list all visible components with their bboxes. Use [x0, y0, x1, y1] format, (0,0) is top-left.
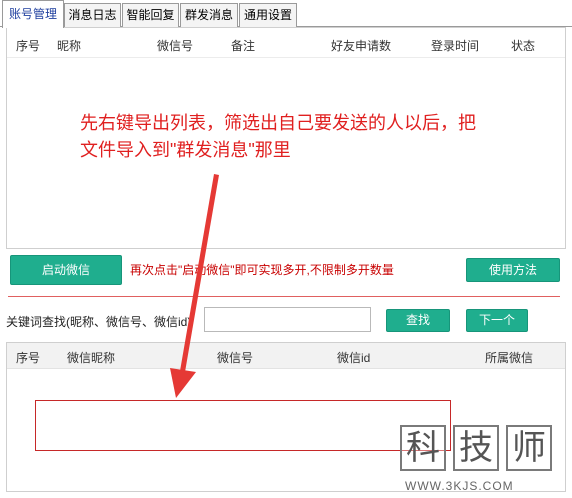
search-label: 关键词查找(昵称、微信号、微信id): [6, 315, 192, 329]
column-header-index: 序号: [16, 39, 41, 53]
column-header-nickname: 昵称: [57, 39, 82, 53]
highlight-box: [35, 400, 451, 451]
column-header-wechat-nickname: 微信昵称: [67, 351, 116, 365]
tab-smart-reply[interactable]: 智能回复: [122, 3, 179, 27]
divider-line: [8, 296, 560, 297]
column-header-status: 状态: [511, 39, 536, 53]
usage-button[interactable]: 使用方法: [466, 258, 560, 282]
column-header-remark: 备注: [231, 39, 256, 53]
accounts-table-header: 序号 昵称 微信号 备注 好友申请数 登录时间 状态: [7, 28, 565, 58]
column-header-login-time: 登录时间: [431, 39, 480, 53]
watermark-char-2: 技: [453, 425, 499, 471]
results-table-header: 序号 微信昵称 微信号 微信id 所属微信: [7, 343, 565, 369]
column-header-wechat-number: 微信号: [217, 351, 254, 365]
watermark-url: WWW.3KJS.COM: [405, 479, 514, 493]
annotation-text: 先右键导出列表，筛选出自己要发送的人以后，把 文件导入到"群发消息"那里: [80, 110, 520, 164]
column-header-wechat-uid: 微信id: [337, 351, 371, 365]
annotation-line-1: 先右键导出列表，筛选出自己要发送的人以后，把: [80, 113, 476, 133]
column-header-owner-wechat: 所属微信: [485, 351, 534, 365]
start-wechat-button[interactable]: 启动微信: [10, 255, 122, 285]
search-input[interactable]: [204, 307, 371, 332]
watermark-char-1: 科: [400, 425, 446, 471]
column-header-wechat-id: 微信号: [157, 39, 194, 53]
column-header-friend-requests: 好友申请数: [331, 39, 392, 53]
watermark-char-3: 师: [506, 425, 552, 471]
column-header-index: 序号: [16, 351, 41, 365]
multi-open-hint: 再次点击"启动微信"即可实现多开,不限制多开数量: [130, 263, 394, 277]
tab-account-management[interactable]: 账号管理: [2, 0, 64, 28]
tab-message-log[interactable]: 消息日志: [64, 3, 121, 27]
tab-mass-message[interactable]: 群发消息: [180, 3, 238, 27]
next-button[interactable]: 下一个: [466, 309, 528, 332]
find-button[interactable]: 查找: [386, 309, 450, 332]
tab-general-settings[interactable]: 通用设置: [239, 3, 297, 27]
tab-bar: 账号管理 消息日志 智能回复 群发消息 通用设置: [0, 0, 572, 28]
annotation-line-2: 文件导入到"群发消息"那里: [80, 140, 291, 160]
